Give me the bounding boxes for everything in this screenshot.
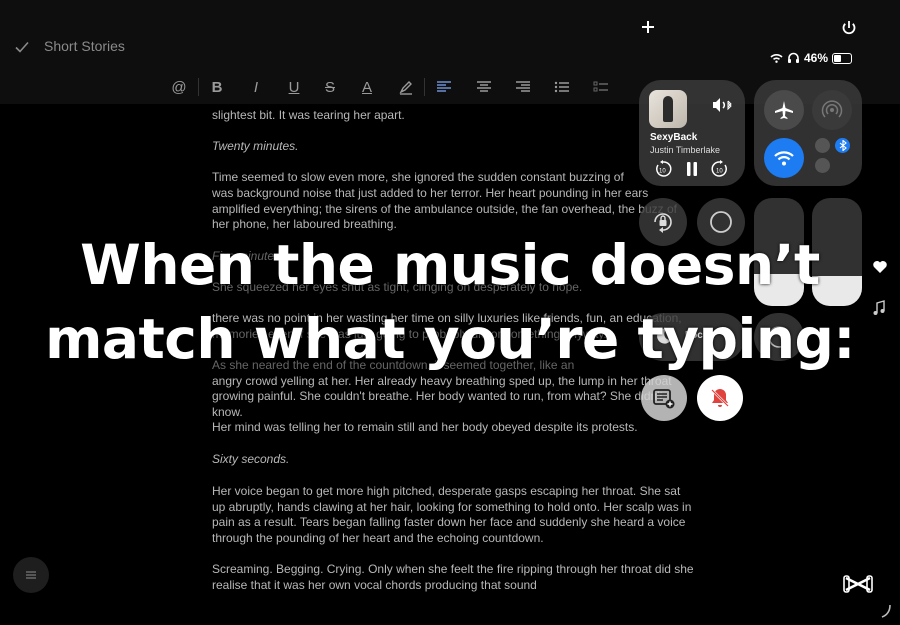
song-title: SexyBack (650, 132, 698, 143)
bold-icon[interactable]: B (206, 76, 228, 98)
align-right-icon[interactable] (512, 76, 534, 98)
album-art (649, 90, 687, 128)
audio-output-icon[interactable] (711, 97, 733, 113)
menu-button[interactable] (13, 557, 49, 593)
paragraph: slightest bit. It was tearing her apart. (212, 108, 405, 122)
bell-slash-icon (711, 389, 729, 407)
bullet-list-icon[interactable] (551, 76, 573, 98)
highlighter-icon[interactable] (395, 76, 417, 98)
paragraph: up abruptly, hands clawing at her hair, … (212, 500, 692, 514)
wifi-button[interactable] (764, 138, 804, 178)
paragraph: Screaming. Begging. Crying. Only when sh… (212, 562, 694, 576)
pause-icon[interactable] (683, 160, 701, 178)
song-artist: Justin Timberlake (650, 145, 721, 155)
paragraph: realise that it was her own vocal chords… (212, 578, 537, 592)
video-caption: When the music doesn’t match what you’re… (0, 228, 900, 376)
silent-mode-button[interactable] (697, 375, 743, 421)
svg-text:10: 10 (659, 169, 666, 175)
status-bar: 46% (770, 50, 862, 66)
paragraph: was background noise that just added to … (212, 186, 649, 200)
airplane-icon (775, 101, 793, 119)
power-icon[interactable] (841, 20, 857, 36)
strikethrough-icon[interactable]: S (319, 76, 341, 98)
align-left-icon[interactable] (433, 76, 455, 98)
bluetooth-icon (839, 140, 847, 151)
paragraph: growing painful. She couldn't breathe. H… (212, 389, 663, 403)
add-control-icon[interactable] (641, 20, 655, 34)
toolbar-divider (198, 78, 199, 96)
checkmark-done-icon[interactable] (14, 39, 30, 55)
capcut-logo (843, 575, 873, 593)
skip-back-icon[interactable]: 10 (654, 160, 672, 178)
wifi-icon (774, 151, 794, 166)
skip-forward-icon[interactable]: 10 (711, 160, 729, 178)
wifi-status-icon (770, 54, 783, 63)
paragraph: Her mind was telling her to remain still… (212, 420, 638, 434)
paragraph: know. (212, 405, 243, 419)
checklist-icon[interactable] (590, 76, 612, 98)
battery-icon (832, 52, 853, 64)
align-center-icon[interactable] (473, 76, 495, 98)
caption-line-2: match what you’re typing: (45, 307, 855, 371)
vpn-button[interactable] (815, 158, 830, 173)
hamburger-icon (26, 571, 36, 579)
bluetooth-button[interactable] (835, 138, 850, 153)
mention-icon[interactable]: @ (168, 76, 190, 98)
now-playing-tile[interactable]: SexyBack Justin Timberlake 10 10 (639, 80, 745, 186)
paragraph: Her voice began to get more high pitched… (212, 484, 681, 498)
paragraph: pain as a result. Tears began falling fa… (212, 515, 686, 529)
paragraph: Sixty seconds. (212, 452, 290, 466)
toolbar-divider (424, 78, 425, 96)
paragraph: angry crowd yelling at her. Her already … (212, 374, 672, 388)
paragraph: through the pounding of her heart and th… (212, 531, 544, 545)
heart-icon (873, 261, 887, 273)
quick-note-icon (653, 389, 675, 409)
quick-note-button[interactable] (641, 375, 687, 421)
battery-percent: 46% (804, 51, 829, 65)
paragraph: amplified everything; the sirens of the … (212, 202, 677, 216)
corner-mark-icon (881, 604, 891, 618)
italic-icon[interactable]: I (245, 76, 267, 98)
paragraph: Twenty minutes. (212, 139, 299, 153)
underline-icon[interactable]: U (283, 76, 305, 98)
headphones-icon (788, 52, 799, 63)
hotspot-button[interactable] (812, 90, 852, 130)
paragraph: Time seemed to slow even more, she ignor… (212, 170, 624, 184)
cellular-button[interactable] (815, 138, 830, 153)
svg-text:10: 10 (716, 169, 723, 175)
document-title[interactable]: Short Stories (44, 38, 125, 54)
connectivity-tile (754, 80, 862, 186)
text-color-icon[interactable]: A (356, 76, 378, 98)
caption-line-1: When the music doesn’t (80, 233, 820, 297)
hotspot-icon (821, 100, 843, 118)
formatting-toolbar: @ B I U S A (168, 76, 628, 98)
airplane-mode-button[interactable] (764, 90, 804, 130)
